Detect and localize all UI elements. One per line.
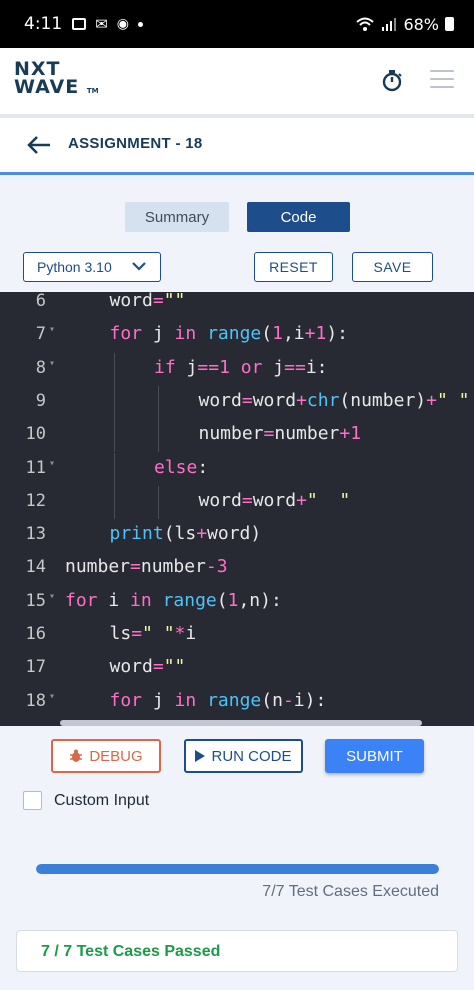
line-number: 12 (25, 490, 46, 511)
line-number: 17 (25, 657, 46, 678)
code-line[interactable]: 7 ▾ for j in range(1,i+1): (0, 319, 474, 352)
code-line[interactable]: 14 number=number-3 (0, 552, 474, 585)
code-text: if j==1 or j==i: (154, 356, 328, 378)
code-text: else: (154, 456, 209, 478)
debug-label: DEBUG (89, 747, 143, 765)
hamburger-menu-icon[interactable] (430, 70, 454, 88)
battery-percent: 68% (403, 14, 439, 34)
battery-icon (445, 17, 454, 31)
code-text: ls=" "*i (109, 623, 197, 644)
code-text: word="" (109, 656, 186, 678)
run-code-button[interactable]: RUN CODE (184, 739, 303, 773)
test-progress-fill (36, 864, 439, 874)
line-number: 14 (25, 557, 46, 578)
fold-arrow-icon[interactable]: ▾ (49, 358, 55, 369)
stopwatch-icon[interactable] (380, 68, 404, 92)
line-number: 10 (25, 424, 46, 445)
fold-arrow-icon[interactable]: ▾ (49, 458, 55, 469)
assignment-title: ASSIGNMENT - 18 (68, 135, 203, 152)
code-text: word="" (109, 292, 186, 311)
code-text: number=number-3 (65, 556, 228, 578)
editor-horizontal-scrollbar[interactable] (60, 720, 422, 726)
language-value: Python 3.10 (37, 259, 112, 275)
code-text: for j in range(1,i+1): (109, 323, 349, 345)
code-line[interactable]: 15 ▾ for i in range(1,n): (0, 586, 474, 619)
test-cases-executed: 7/7 Test Cases Executed (262, 883, 439, 900)
code-line[interactable]: 8 ▾ if j==1 or j==i: (0, 352, 474, 386)
fold-arrow-icon[interactable]: ▾ (49, 324, 55, 335)
code-text: word=word+" " (198, 489, 351, 511)
code-text: for j in range(n-i): (109, 689, 327, 711)
app-header: NXT WAVE TM (0, 48, 474, 114)
save-button[interactable]: SAVE (352, 252, 433, 282)
chevron-down-icon (132, 262, 146, 271)
logo-tm: TM (86, 87, 99, 95)
test-result-box: 7 / 7 Test Cases Passed (16, 930, 458, 972)
code-line[interactable]: 11 ▾ else: (0, 452, 474, 486)
assignment-bar: ASSIGNMENT - 18 (0, 118, 474, 172)
line-number: 8 (35, 357, 46, 378)
run-code-label: RUN CODE (211, 747, 292, 765)
indent-guide (113, 485, 115, 519)
code-text: print(ls+word) (109, 523, 262, 545)
indent-guide (113, 452, 115, 486)
line-number: 9 (35, 390, 46, 411)
play-icon (195, 750, 206, 762)
debug-button[interactable]: DEBUG (51, 739, 161, 773)
mail-icon: ✉ (95, 15, 108, 33)
code-text: for i in range(1,n): (65, 589, 282, 611)
more-notifications-icon (137, 21, 143, 27)
test-progress-bar (36, 864, 439, 874)
wifi-icon (356, 17, 375, 31)
code-line[interactable]: 6 word="" (0, 292, 474, 319)
language-select[interactable]: Python 3.10 (23, 252, 161, 282)
code-line[interactable]: 9 word=word+chr(number)+" " (0, 385, 474, 419)
test-cases-passed: 7 / 7 Test Cases Passed (41, 943, 221, 960)
line-number: 16 (25, 624, 46, 644)
code-line[interactable]: 16 ls=" "*i (0, 619, 474, 652)
logo-line2: WAVE (14, 76, 80, 98)
tab-summary[interactable]: Summary (125, 202, 229, 232)
code-line[interactable]: 13 print(ls+word) (0, 519, 474, 552)
nxtwave-logo[interactable]: NXT WAVE TM (14, 60, 99, 100)
indent-guide (113, 385, 115, 419)
notification-icons: ✉ ◉ (72, 15, 143, 33)
line-number: 15 (25, 590, 46, 611)
line-number: 7 (35, 324, 46, 345)
fold-arrow-icon[interactable]: ▾ (49, 591, 55, 602)
back-arrow-icon[interactable] (26, 134, 52, 156)
reset-button[interactable]: RESET (254, 252, 333, 282)
fold-arrow-icon[interactable]: ▾ (49, 691, 55, 702)
status-bar: 4:11 ✉ ◉ 68% (0, 0, 474, 48)
chrome-icon: ◉ (116, 16, 129, 32)
submit-button[interactable]: SUBMIT (325, 739, 424, 773)
indent-guide (158, 385, 159, 419)
indent-guide (158, 419, 159, 453)
line-number: 11 (25, 457, 46, 478)
line-number: 13 (25, 524, 46, 545)
gallery-icon (72, 18, 87, 30)
code-line[interactable]: 12 word=word+" " (0, 485, 474, 519)
code-line[interactable]: 18 ▾ for j in range(n-i): (0, 686, 474, 719)
code-line[interactable]: 17 word="" (0, 652, 474, 685)
custom-input-checkbox[interactable] (23, 791, 42, 810)
signal-icon (382, 18, 397, 31)
indent-guide (158, 485, 159, 519)
line-number: 6 (35, 292, 46, 311)
line-number: 18 (25, 690, 46, 711)
custom-input-label: Custom Input (54, 792, 150, 809)
status-time: 4:11 (24, 14, 63, 34)
assignment-underline (0, 172, 474, 175)
bug-icon (70, 749, 83, 762)
indent-guide (113, 352, 115, 386)
code-editor[interactable]: 18 ▾ for j in range(n-i): 17 word="" 16 ls=" "… (0, 292, 474, 726)
tab-code[interactable]: Code (247, 202, 350, 232)
code-line[interactable]: 10 number=number+1 (0, 419, 474, 453)
status-right: 68% (355, 15, 454, 34)
bottom-bar (0, 990, 474, 1000)
code-text: word=word+chr(number)+" " (198, 389, 470, 411)
indent-guide (113, 419, 115, 453)
code-text: number=number+1 (198, 423, 362, 445)
